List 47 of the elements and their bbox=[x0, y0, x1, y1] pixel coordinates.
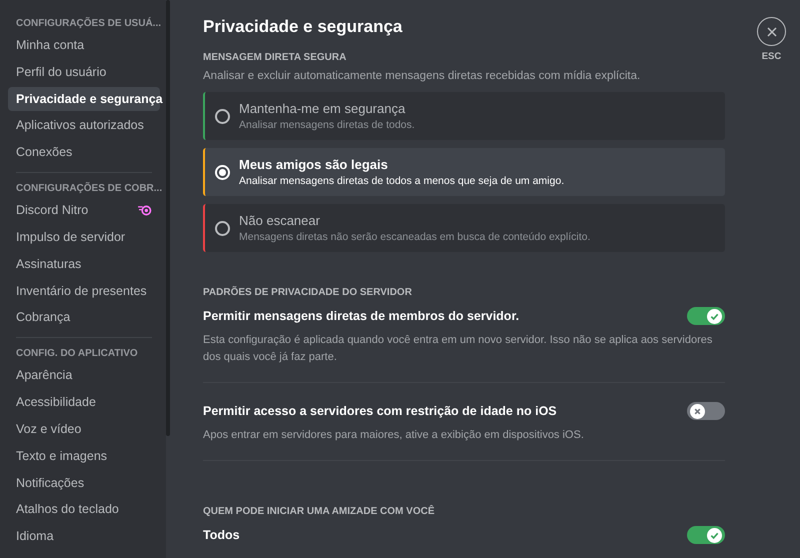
section-header: QUEM PODE INICIAR UMA AMIZADE COM VOCÊ bbox=[203, 505, 436, 519]
sidebar-item[interactable]: Voz e vídeo bbox=[8, 416, 160, 441]
sidebar-item[interactable]: Acessibilidade bbox=[8, 390, 160, 414]
close-icon bbox=[766, 26, 778, 38]
option-title: Não escanear bbox=[239, 212, 321, 229]
radio-option[interactable]: Mantenha-me em segurança Analisar mensagens diretas de todos. bbox=[203, 92, 725, 140]
x-icon bbox=[692, 406, 703, 416]
sidebar-item[interactable]: Texto e imagens bbox=[8, 444, 160, 468]
close-button[interactable] bbox=[757, 17, 786, 46]
option-description: Analisar mensagens diretas de todos. bbox=[239, 118, 415, 132]
sidebar-item[interactable]: Impulso de servidor bbox=[8, 224, 160, 249]
setting-label: Todos bbox=[203, 528, 240, 542]
sidebar-item[interactable]: Aplicativos autorizados bbox=[8, 113, 160, 138]
sidebar-header: CONFIGURAÇÕES DE COBR... bbox=[15, 181, 160, 196]
radio-button[interactable] bbox=[215, 220, 230, 236]
toggle-switch[interactable] bbox=[687, 526, 725, 544]
sidebar-item[interactable]: Perfil do usuário bbox=[8, 60, 160, 84]
radio-option[interactable]: Meus amigos são legais Analisar mensagens diretas de todos a menos que seja de um amigo. bbox=[203, 148, 725, 196]
sidebar-item[interactable]: Discord Nitro bbox=[8, 198, 160, 222]
radio-button[interactable] bbox=[215, 108, 230, 124]
toggle-switch[interactable] bbox=[687, 307, 725, 325]
sidebar-item[interactable]: Inventário de presentes bbox=[8, 278, 160, 303]
sidebar-item[interactable]: Atalhos do teclado bbox=[8, 497, 160, 522]
section-header: MENSAGEM DIRETA SEGURA bbox=[203, 51, 348, 65]
option-title: Mantenha-me em segurança bbox=[239, 100, 406, 117]
esc-label: ESC bbox=[762, 51, 782, 62]
toggle-switch[interactable] bbox=[687, 402, 725, 420]
page-title: Privacidade e segurança bbox=[203, 16, 404, 38]
sidebar-item[interactable]: Minha conta bbox=[8, 33, 160, 57]
sidebar-item[interactable]: Cobrança bbox=[8, 305, 160, 330]
option-title: Meus amigos são legais bbox=[239, 156, 389, 173]
sidebar-item[interactable]: Notificações bbox=[8, 470, 160, 495]
setting-label: Permitir mensagens diretas de membros do servidor. bbox=[203, 309, 520, 323]
section-description: Analisar e excluir automaticamente mensagens diretas recebidas com mídia explícita. bbox=[203, 69, 642, 84]
setting-description: Esta configuração é aplicada quando você entra em um novo servidor. Isso não se aplica aos servidores dos quais você já faz parte. bbox=[203, 333, 714, 365]
radio-option[interactable]: Não escanear Mensagens diretas não serão escaneadas em busca de conteúdo explícito. bbox=[203, 204, 725, 252]
section-header: PADRÕES DE PRIVACIDADE DO SERVIDOR bbox=[203, 286, 413, 300]
setting-label: Permitir acesso a servidores com restrição de idade no iOS bbox=[203, 404, 557, 418]
sidebar-item[interactable]: Idioma bbox=[8, 524, 160, 548]
sidebar-item[interactable]: Assinaturas bbox=[8, 252, 160, 276]
sidebar-item[interactable]: Conexões bbox=[8, 140, 160, 164]
setting-description: Apos entrar em servidores para maiores, ative a exibição em dispositivos iOS. bbox=[203, 428, 585, 443]
sidebar-header: CONFIG. DO APLICATIVO bbox=[15, 347, 139, 362]
sidebar-header: CONFIGURAÇÕES DE USUÁ... bbox=[15, 16, 160, 31]
sidebar-item[interactable]: Aparência bbox=[8, 363, 160, 388]
option-description: Mensagens diretas não serão escaneadas em busca de conteúdo explícito. bbox=[239, 230, 590, 244]
option-description: Analisar mensagens diretas de todos a menos que seja de um amigo. bbox=[239, 174, 564, 188]
